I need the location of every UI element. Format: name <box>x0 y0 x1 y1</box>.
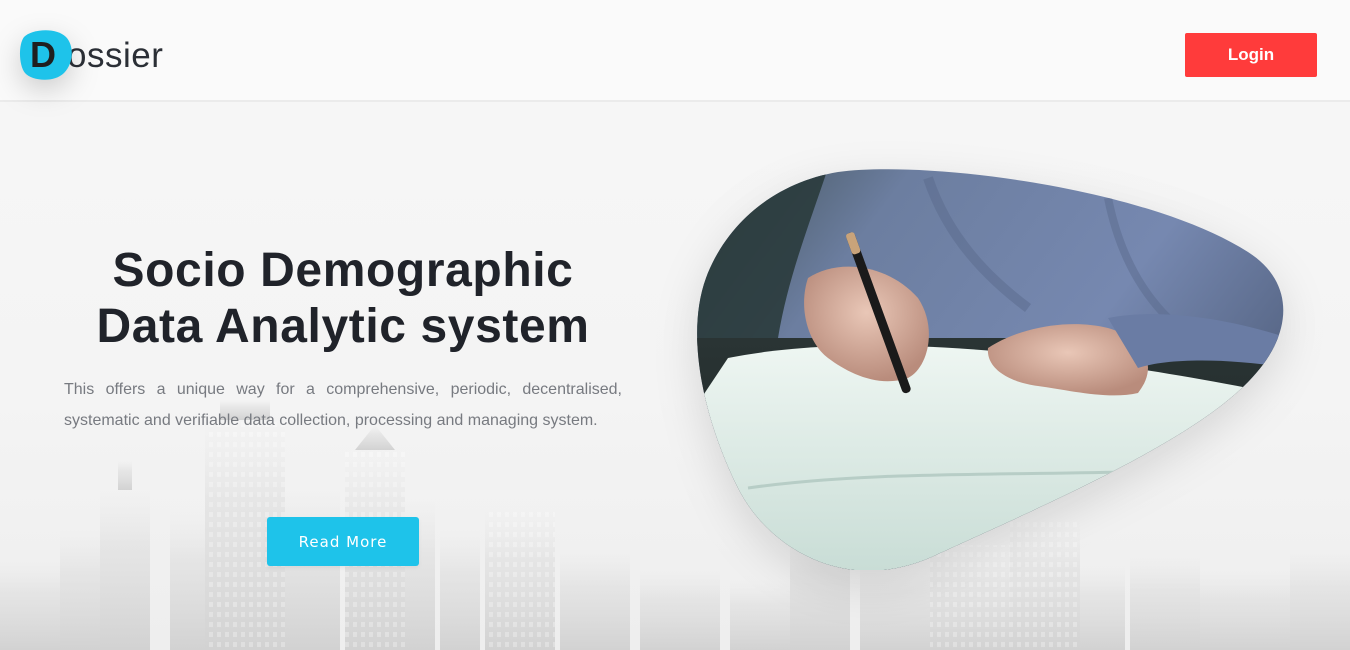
login-button[interactable]: Login <box>1185 33 1317 77</box>
logo-letter: D <box>30 34 56 75</box>
dossier-logo[interactable]: D ossier <box>18 29 163 81</box>
hero-title-line-1: Socio Demographic <box>112 244 574 297</box>
hero-photo-person-writing <box>697 169 1284 570</box>
hero-title: Socio Demographic Data Analytic system <box>64 243 622 355</box>
dossier-logo-icon: D <box>18 29 73 81</box>
hero-title-line-2: Data Analytic system <box>96 300 590 353</box>
hero-description: This offers a unique way for a comprehen… <box>64 381 622 429</box>
logo-wordmark: ossier <box>67 36 164 75</box>
top-navbar: D ossier Login <box>0 0 1350 102</box>
read-more-button[interactable]: Read More <box>267 517 419 566</box>
